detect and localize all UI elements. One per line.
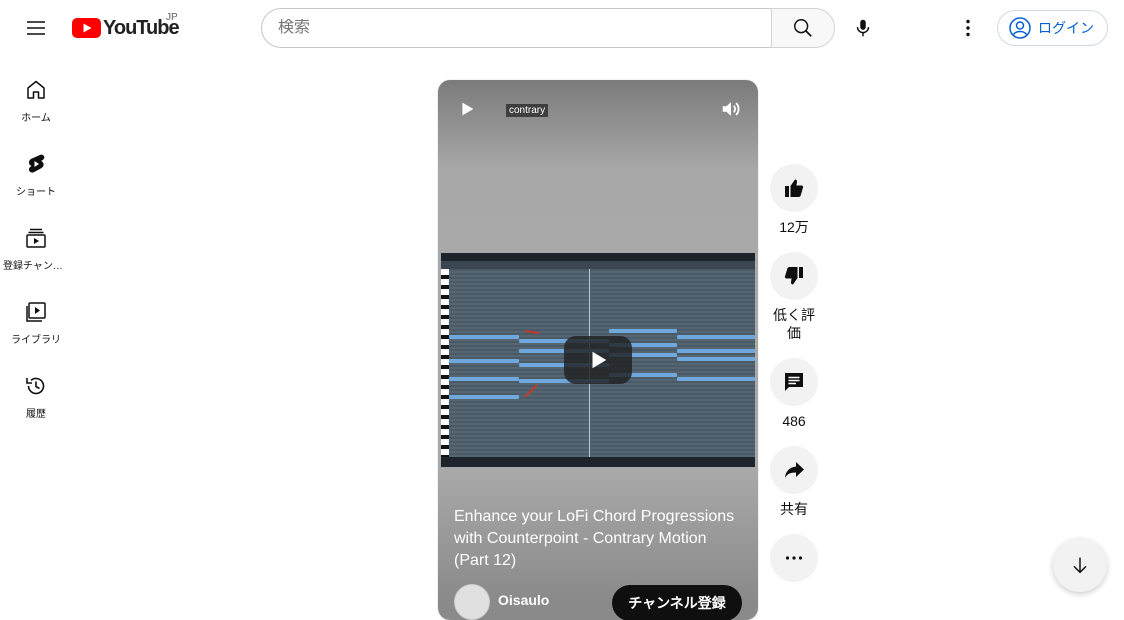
login-button[interactable]: ログイン [997, 10, 1108, 46]
more-horizontal-icon [785, 556, 803, 560]
midi-note [609, 329, 677, 333]
youtube-logo[interactable]: YouTube [72, 15, 180, 41]
settings-more-button[interactable] [948, 8, 988, 48]
logo-region: JP [166, 12, 178, 23]
midi-note [677, 357, 755, 361]
midi-note [449, 395, 519, 399]
search-box [261, 8, 772, 48]
search-icon [794, 19, 812, 37]
midi-note [677, 335, 755, 339]
shorts-icon [28, 154, 45, 173]
arrow-down-icon [1073, 557, 1087, 574]
share-action: 共有 [768, 446, 820, 518]
shorts-action-bar: 12万 低く評価 486 共有 [768, 164, 820, 598]
center-play-button[interactable] [564, 336, 632, 384]
comment-button[interactable] [770, 358, 818, 406]
midi-note [449, 377, 519, 381]
shorts-video-player[interactable]: contrary Enhance your LoFi Chord Progres… [438, 80, 758, 620]
account-icon [1009, 17, 1031, 39]
thumbs-up-icon [785, 179, 804, 197]
sidebar-item-label: 登録チャンネル [3, 261, 69, 272]
thumbs-down-icon [784, 267, 803, 285]
microphone-icon [856, 19, 870, 37]
daw-toolbar [441, 253, 755, 261]
subscribe-button[interactable]: チャンネル登録 [612, 585, 742, 620]
library-icon [26, 302, 46, 322]
home-icon [27, 80, 45, 99]
voice-search-button[interactable] [843, 8, 883, 48]
sidebar-item-home[interactable]: ホーム [0, 56, 72, 130]
search-input[interactable] [278, 19, 772, 37]
channel-name[interactable]: Oisaulo [498, 592, 549, 608]
like-action: 12万 [768, 164, 820, 236]
like-button[interactable] [770, 164, 818, 212]
more-action [768, 534, 820, 582]
sidebar: ホーム ショート 登録チャンネル ライブラリ 履歴 [0, 56, 72, 426]
login-label: ログイン [1038, 20, 1094, 36]
sidebar-item-library[interactable]: ライブラリ [0, 278, 72, 352]
midi-note [677, 377, 755, 381]
midi-note [449, 359, 519, 363]
dislike-label: 低く評価 [773, 307, 815, 341]
share-button[interactable] [770, 446, 818, 494]
midi-note [677, 349, 755, 353]
next-video-button[interactable] [1053, 538, 1107, 592]
channel-avatar[interactable] [454, 584, 490, 620]
comment-action: 486 [768, 358, 820, 430]
volume-icon[interactable] [720, 98, 742, 120]
share-icon [785, 462, 804, 478]
history-icon [26, 377, 45, 395]
top-header: YouTube JP ログイン [0, 0, 1124, 56]
comment-icon [785, 373, 803, 391]
play-icon [592, 351, 607, 369]
search-button[interactable] [771, 8, 835, 48]
more-actions-button[interactable] [770, 534, 818, 582]
sidebar-item-subscriptions[interactable]: 登録チャンネル [0, 204, 72, 278]
daw-status-bar [441, 457, 755, 467]
share-label: 共有 [780, 501, 808, 517]
daw-ruler [441, 261, 755, 269]
sidebar-item-label: ライブラリ [11, 335, 61, 346]
sidebar-item-label: ショート [16, 187, 56, 198]
dislike-action: 低く評価 [768, 252, 820, 342]
sidebar-item-label: ホーム [21, 113, 51, 124]
dislike-button[interactable] [770, 252, 818, 300]
subscriptions-icon [26, 228, 46, 248]
midi-note [449, 335, 519, 339]
play-icon[interactable] [456, 98, 478, 120]
menu-button[interactable] [18, 10, 54, 46]
comment-count: 486 [782, 413, 806, 429]
sidebar-item-shorts[interactable]: ショート [0, 130, 72, 204]
hamburger-icon [27, 21, 45, 35]
video-overlay-tag: contrary [506, 104, 549, 117]
piano-keys [441, 269, 449, 457]
sidebar-item-label: 履歴 [26, 409, 46, 420]
like-count: 12万 [779, 219, 809, 235]
video-title[interactable]: Enhance your LoFi Chord Progressions wit… [454, 506, 744, 572]
more-vertical-icon [966, 19, 970, 37]
sidebar-item-history[interactable]: 履歴 [0, 352, 72, 426]
youtube-play-logo-icon [72, 18, 101, 38]
contrary-motion-arrows-icon [524, 330, 540, 398]
